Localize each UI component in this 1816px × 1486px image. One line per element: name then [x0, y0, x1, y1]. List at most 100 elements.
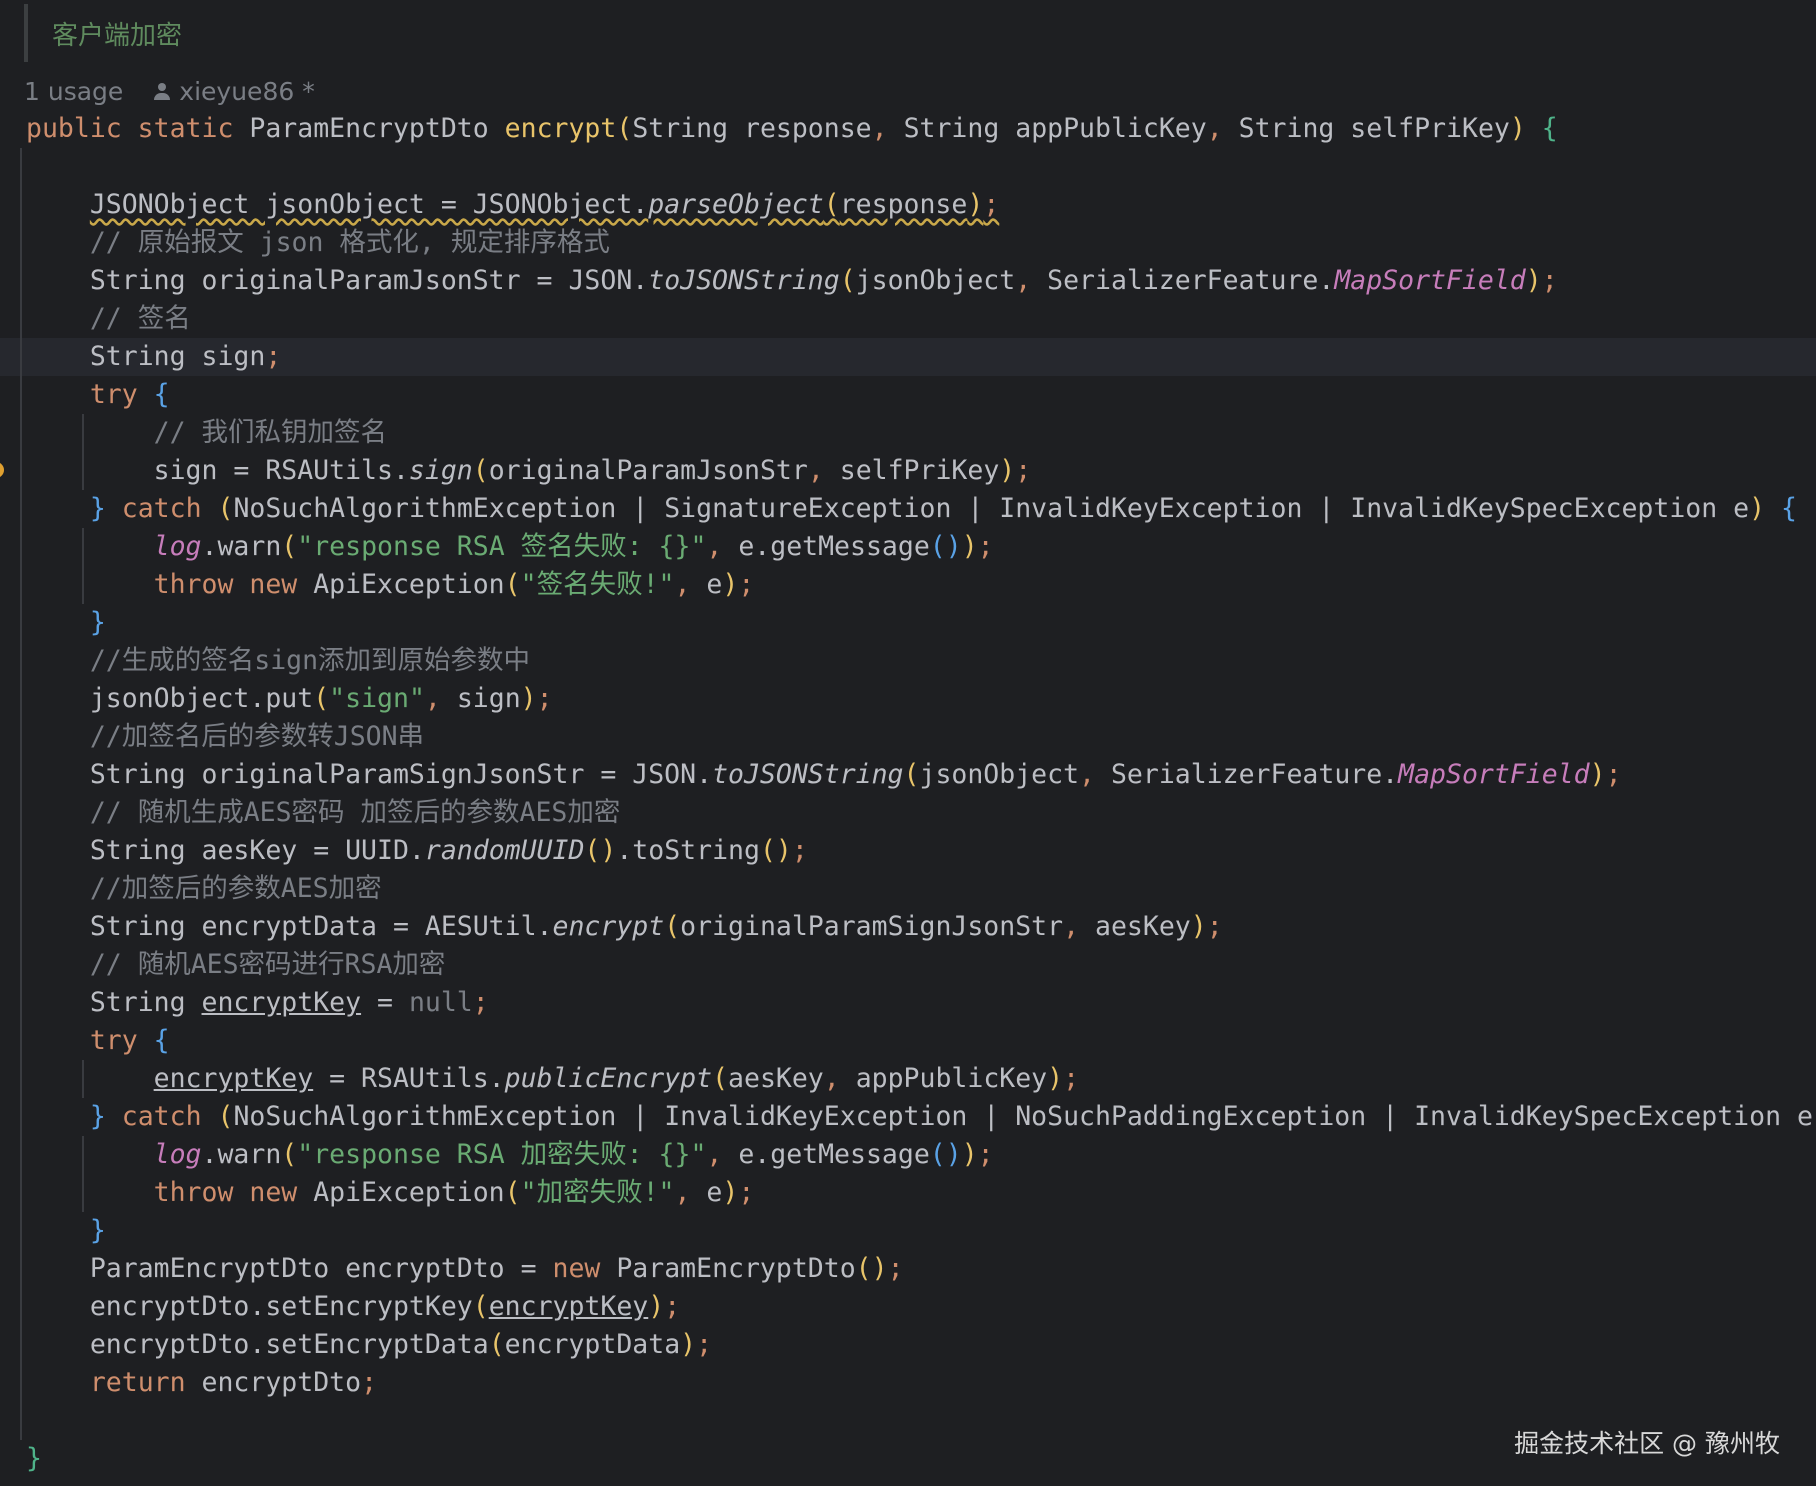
- doc-comment: 客户端加密: [24, 4, 182, 62]
- author-name: xieyue86 *: [179, 76, 315, 106]
- code-line: } catch (NoSuchAlgorithmException | Inva…: [0, 1098, 1816, 1136]
- watermark: 掘金技术社区 @ 豫州牧: [1514, 1429, 1780, 1458]
- code-line: try {: [0, 1022, 1816, 1060]
- indent-guide: [20, 832, 22, 870]
- code-line: jsonObject.put("sign", sign);: [0, 680, 1816, 718]
- code-line: // 随机AES密码进行RSA加密: [0, 946, 1816, 984]
- indent-guide: [20, 794, 22, 832]
- indent-guide: [20, 756, 22, 794]
- indent-guide: [20, 1022, 22, 1060]
- code-line: // 我们私钥加签名: [0, 414, 1816, 452]
- indent-guide: [82, 452, 84, 490]
- indent-guide: [20, 376, 22, 414]
- token-param: String appPublicKey: [903, 113, 1207, 144]
- indent-guide: [20, 680, 22, 718]
- indent-guide: [20, 1174, 22, 1212]
- token-comment: //生成的签名sign添加到原始参数中: [89, 645, 531, 676]
- token-brace: }: [26, 1443, 42, 1474]
- code-line: ParamEncryptDto encryptDto = new ParamEn…: [0, 1250, 1816, 1288]
- code-line: //生成的签名sign添加到原始参数中: [0, 642, 1816, 680]
- code-line: //加签名后的参数转JSON串: [0, 718, 1816, 756]
- token-param: String response: [632, 113, 872, 144]
- indent-guide: [20, 262, 22, 300]
- indent-guide: [20, 1288, 22, 1326]
- indent-guide: [20, 414, 22, 452]
- indent-guide: [20, 1364, 22, 1402]
- code-line: // 签名: [0, 300, 1816, 338]
- indent-guide: [82, 414, 84, 452]
- indent-guide: [20, 1326, 22, 1364]
- token-param: String selfPriKey: [1238, 113, 1510, 144]
- indent-guide: [20, 1098, 22, 1136]
- code-line: encryptDto.setEncryptData(encryptData);: [0, 1326, 1816, 1364]
- code-line: } catch (NoSuchAlgorithmException | Sign…: [0, 490, 1816, 528]
- code-editor[interactable]: public static ParamEncryptDto encrypt(St…: [0, 110, 1816, 1478]
- code-line: encryptDto.setEncryptKey(encryptKey);: [0, 1288, 1816, 1326]
- code-line: String originalParamSignJsonStr = JSON.t…: [0, 756, 1816, 794]
- indent-guide: [82, 1136, 84, 1174]
- indent-guide: [20, 528, 22, 566]
- token-comment: // 随机AES密码进行RSA加密: [89, 949, 446, 980]
- code-line: }: [0, 604, 1816, 642]
- usage-hint[interactable]: 1 usage: [24, 77, 123, 106]
- doc-comment-text: 客户端加密: [52, 20, 183, 51]
- indent-guide: [20, 718, 22, 756]
- code-line: String encryptKey = null;: [0, 984, 1816, 1022]
- token-comment: // 签名: [89, 303, 191, 334]
- indent-guide: [20, 300, 22, 338]
- indent-guide: [82, 1060, 84, 1098]
- token-comma: ,: [1206, 113, 1239, 144]
- person-icon: [153, 82, 171, 100]
- code-line: }: [0, 1212, 1816, 1250]
- code-line: sign = RSAUtils.sign(originalParamJsonSt…: [0, 452, 1816, 490]
- code-line: return encryptDto;: [0, 1364, 1816, 1402]
- code-line: [0, 148, 1816, 186]
- token-comment: //加签后的参数AES加密: [89, 873, 382, 904]
- indent-guide: [20, 1212, 22, 1250]
- code-line: log.warn("response RSA 加密失败: {}", e.getM…: [0, 1136, 1816, 1174]
- code-line: //加签后的参数AES加密: [0, 870, 1816, 908]
- indent-guide: [20, 604, 22, 642]
- code-line: JSONObject jsonObject = JSONObject.parse…: [0, 186, 1816, 224]
- code-line: log.warn("response RSA 签名失败: {}", e.getM…: [0, 528, 1816, 566]
- indent-guide: [20, 642, 22, 680]
- code-line: // 原始报文 json 格式化, 规定排序格式: [0, 224, 1816, 262]
- token-comment: // 原始报文 json 格式化, 规定排序格式: [89, 227, 610, 258]
- token-type: ParamEncryptDto: [249, 113, 505, 144]
- current-code-line: String sign;: [0, 338, 1816, 376]
- code-line: throw new ApiException("加密失败!", e);: [0, 1174, 1816, 1212]
- indent-guide: [20, 452, 22, 490]
- indent-guide: [20, 870, 22, 908]
- indent-guide: [20, 224, 22, 262]
- code-line: String encryptData = AESUtil.encrypt(ori…: [0, 908, 1816, 946]
- token-brace: {: [1541, 113, 1558, 144]
- token-comment: //加签名后的参数转JSON串: [89, 721, 425, 752]
- token-keyword: public static: [26, 113, 250, 144]
- indent-guide: [20, 946, 22, 984]
- token-method-name: encrypt: [504, 113, 617, 144]
- warning-underline[interactable]: JSONObject jsonObject = JSONObject.parse…: [90, 189, 999, 220]
- code-line: try {: [0, 376, 1816, 414]
- indent-guide: [20, 1402, 22, 1440]
- author-hint[interactable]: xieyue86 *: [153, 76, 315, 106]
- code-line: public static ParamEncryptDto encrypt(St…: [0, 110, 1816, 148]
- indent-guide: [82, 1174, 84, 1212]
- indent-guide: [20, 148, 22, 186]
- indent-guide: [20, 338, 22, 376]
- code-line: encryptKey = RSAUtils.publicEncrypt(aesK…: [0, 1060, 1816, 1098]
- code-line: String originalParamJsonStr = JSON.toJSO…: [0, 262, 1816, 300]
- indent-guide: [82, 528, 84, 566]
- code-line: String aesKey = UUID.randomUUID().toStri…: [0, 832, 1816, 870]
- token-comma: ,: [871, 113, 904, 144]
- indent-guide: [20, 1060, 22, 1098]
- indent-guide: [20, 566, 22, 604]
- code-vision-hints: 1 usage xieyue86 *: [24, 72, 315, 110]
- token-paren: (: [616, 113, 633, 144]
- code-line: throw new ApiException("签名失败!", e);: [0, 566, 1816, 604]
- token-comment: // 随机生成AES密码 加签后的参数AES加密: [89, 797, 621, 828]
- indent-guide: [20, 490, 22, 528]
- indent-guide: [20, 1250, 22, 1288]
- indent-guide: [20, 984, 22, 1022]
- indent-guide: [82, 566, 84, 604]
- token-paren: ): [1509, 113, 1542, 144]
